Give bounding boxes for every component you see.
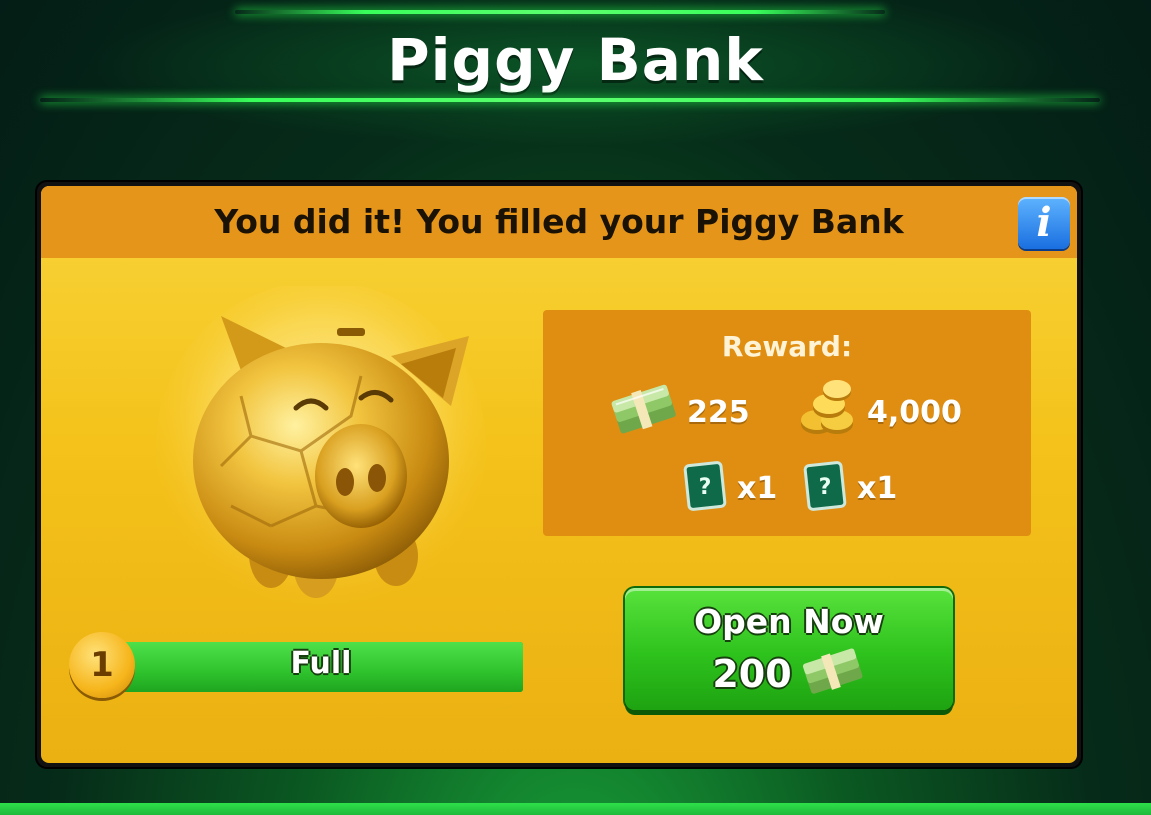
page-title: Piggy Bank [387,26,764,94]
piggy-bank-image [151,281,491,616]
info-button[interactable]: i [1018,197,1070,249]
level-badge: 1 [69,632,135,698]
mystery-card-icon: ? [681,460,729,516]
reward-cash: 225 [609,382,750,442]
info-icon: i [1036,199,1052,246]
cash-stack-icon [800,646,866,702]
golden-pig-icon [156,281,486,611]
title-divider-bottom [40,98,1100,102]
reward-card-1: ? x1 [681,460,777,516]
reward-box: Reward: 225 4,000 ? x1 ? x1 [543,310,1031,536]
open-now-label: Open Now [694,602,884,641]
panel-body: You did it! You filled your Piggy Bank i [41,186,1077,763]
reward-coins-value: 4,000 [867,394,962,430]
piggy-progress: Full 1 [69,626,529,698]
open-now-price: 200 [712,652,792,696]
reward-coins: 4,000 [797,380,962,444]
reward-card-1-value: x1 [737,470,778,506]
open-now-button[interactable]: Open Now 200 [625,588,953,710]
bottom-band [0,803,1151,815]
reward-title: Reward: [721,330,853,363]
svg-text:?: ? [819,475,832,500]
reward-cash-value: 225 [687,394,750,430]
mystery-card-icon: ? [801,460,849,516]
progress-label: Full [290,646,352,681]
open-now-price-row: 200 [625,646,953,702]
svg-text:?: ? [699,475,712,500]
gold-coins-icon [797,380,859,444]
reward-card-2-value: x1 [857,470,898,506]
panel-header-text: You did it! You filled your Piggy Bank [214,202,904,241]
cash-stack-icon [609,382,679,442]
reward-card-2: ? x1 [801,460,897,516]
panel-header: You did it! You filled your Piggy Bank i [41,186,1077,258]
piggy-bank-panel: You did it! You filled your Piggy Bank i [37,182,1081,767]
title-divider-top [235,10,885,14]
